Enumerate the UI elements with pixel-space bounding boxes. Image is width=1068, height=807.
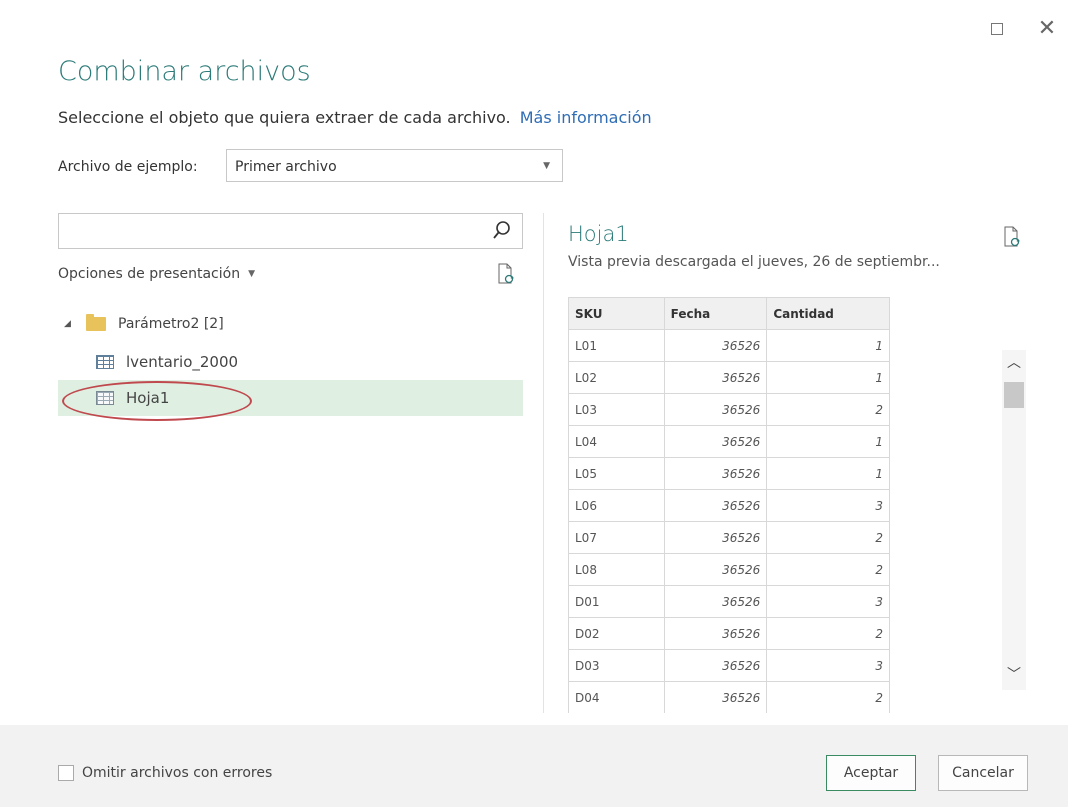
preview-scrollbar[interactable]: ︿ ﹀ bbox=[1002, 350, 1026, 690]
subtitle-text: Seleccione el objeto que quiera extraer … bbox=[58, 108, 511, 127]
search-input[interactable] bbox=[59, 214, 479, 248]
maximize-icon bbox=[991, 23, 1003, 35]
preview-table-container: SKU Fecha Cantidad L01 36526 1 L02 36526 1 L03… bbox=[568, 297, 890, 713]
table-row: D01 36526 3 bbox=[568, 585, 890, 618]
skip-errors-label: Omitir archivos con errores bbox=[82, 765, 273, 781]
tree-item-label: lventario_2000 bbox=[126, 353, 239, 371]
table-cell: 2 bbox=[766, 521, 890, 554]
column-header[interactable]: Cantidad bbox=[766, 297, 890, 330]
search-box bbox=[58, 213, 523, 249]
pane-divider bbox=[543, 213, 544, 713]
preview-title: Hoja1 bbox=[568, 222, 629, 246]
preview-subtitle: Vista previa descargada el jueves, 26 de… bbox=[568, 254, 940, 270]
table-cell: L03 bbox=[568, 393, 665, 426]
table-cell: 36526 bbox=[663, 617, 768, 650]
table-row: D03 36526 3 bbox=[568, 649, 890, 682]
sample-file-label: Archivo de ejemplo: bbox=[58, 159, 198, 175]
table-cell: 36526 bbox=[663, 457, 768, 490]
tree-folder-parametro2[interactable]: ◢ Parámetro2 [2] bbox=[64, 313, 224, 335]
scroll-up-icon[interactable]: ︿ bbox=[1002, 352, 1026, 374]
table-cell: 36526 bbox=[663, 489, 768, 522]
preview-table: SKU Fecha Cantidad L01 36526 1 L02 36526 1 L03… bbox=[568, 297, 890, 713]
table-cell: L04 bbox=[568, 425, 665, 458]
table-row: L06 36526 3 bbox=[568, 489, 890, 522]
tree-item-label: Hoja1 bbox=[126, 389, 170, 407]
chevron-down-icon: ▼ bbox=[248, 269, 255, 279]
skip-errors-checkbox[interactable]: Omitir archivos con errores bbox=[58, 765, 272, 781]
sample-file-value: Primer archivo bbox=[235, 159, 337, 175]
table-cell: 1 bbox=[766, 457, 890, 490]
table-cell: 3 bbox=[766, 649, 890, 682]
table-cell: L06 bbox=[568, 489, 665, 522]
table-row: D04 36526 2 bbox=[568, 681, 890, 713]
sheet-icon bbox=[96, 391, 114, 405]
sample-file-dropdown[interactable]: Primer archivo ▼ bbox=[226, 149, 563, 182]
table-cell: 36526 bbox=[663, 361, 768, 394]
display-options-label: Opciones de presentación bbox=[58, 266, 241, 282]
column-header[interactable]: Fecha bbox=[663, 297, 768, 330]
checkbox-box[interactable] bbox=[58, 765, 74, 781]
column-header[interactable]: SKU bbox=[568, 297, 665, 330]
table-cell: 2 bbox=[766, 617, 890, 650]
table-cell: D04 bbox=[568, 681, 665, 713]
table-row: L05 36526 1 bbox=[568, 457, 890, 490]
table-cell: D03 bbox=[568, 649, 665, 682]
tree-item-hoja1[interactable]: Hoja1 bbox=[58, 380, 523, 416]
table-cell: 2 bbox=[766, 681, 890, 713]
table-cell: L07 bbox=[568, 521, 665, 554]
dropdown-arrow-icon: ▼ bbox=[543, 161, 550, 171]
table-cell: D01 bbox=[568, 585, 665, 618]
table-cell: 1 bbox=[766, 329, 890, 362]
search-icon[interactable] bbox=[492, 220, 512, 242]
table-cell: 3 bbox=[766, 489, 890, 522]
table-row: D02 36526 2 bbox=[568, 617, 890, 650]
display-options-dropdown[interactable]: Opciones de presentación ▼ bbox=[58, 266, 255, 282]
table-cell: L01 bbox=[568, 329, 665, 362]
table-row: L08 36526 2 bbox=[568, 553, 890, 586]
folder-icon bbox=[86, 314, 106, 331]
dialog-subtitle: Seleccione el objeto que quiera extraer … bbox=[58, 108, 652, 127]
close-icon: ✕ bbox=[1037, 16, 1057, 41]
table-cell: 36526 bbox=[663, 425, 768, 458]
table-cell: 36526 bbox=[663, 521, 768, 554]
table-header-row: SKU Fecha Cantidad bbox=[568, 297, 890, 330]
table-cell: 36526 bbox=[663, 329, 768, 362]
table-cell: L08 bbox=[568, 553, 665, 586]
refresh-preview-icon[interactable] bbox=[1002, 226, 1022, 248]
refresh-icon[interactable] bbox=[496, 263, 516, 285]
table-row: L01 36526 1 bbox=[568, 329, 890, 362]
maximize-button[interactable] bbox=[986, 18, 1008, 40]
table-cell: 2 bbox=[766, 393, 890, 426]
table-cell: 3 bbox=[766, 585, 890, 618]
more-info-link[interactable]: Más información bbox=[520, 108, 652, 127]
table-cell: 36526 bbox=[663, 553, 768, 586]
table-cell: 36526 bbox=[663, 585, 768, 618]
table-icon bbox=[96, 355, 114, 369]
table-row: L02 36526 1 bbox=[568, 361, 890, 394]
table-cell: 36526 bbox=[663, 681, 768, 713]
table-cell: 36526 bbox=[663, 649, 768, 682]
table-row: L03 36526 2 bbox=[568, 393, 890, 426]
table-cell: L02 bbox=[568, 361, 665, 394]
tree-item-inventario[interactable]: lventario_2000 bbox=[58, 344, 523, 380]
accept-button[interactable]: Aceptar bbox=[826, 755, 916, 791]
table-row: L07 36526 2 bbox=[568, 521, 890, 554]
table-cell: L05 bbox=[568, 457, 665, 490]
scroll-down-icon[interactable]: ﹀ bbox=[1002, 664, 1026, 686]
table-cell: 2 bbox=[766, 553, 890, 586]
close-button[interactable]: ✕ bbox=[1036, 18, 1058, 40]
dialog-title: Combinar archivos bbox=[58, 56, 311, 87]
table-cell: D02 bbox=[568, 617, 665, 650]
folder-label: Parámetro2 [2] bbox=[118, 316, 224, 332]
table-cell: 1 bbox=[766, 425, 890, 458]
tree-expand-icon[interactable]: ◢ bbox=[64, 319, 86, 329]
cancel-button[interactable]: Cancelar bbox=[938, 755, 1028, 791]
scrollbar-thumb[interactable] bbox=[1004, 382, 1024, 408]
table-cell: 1 bbox=[766, 361, 890, 394]
table-row: L04 36526 1 bbox=[568, 425, 890, 458]
table-cell: 36526 bbox=[663, 393, 768, 426]
